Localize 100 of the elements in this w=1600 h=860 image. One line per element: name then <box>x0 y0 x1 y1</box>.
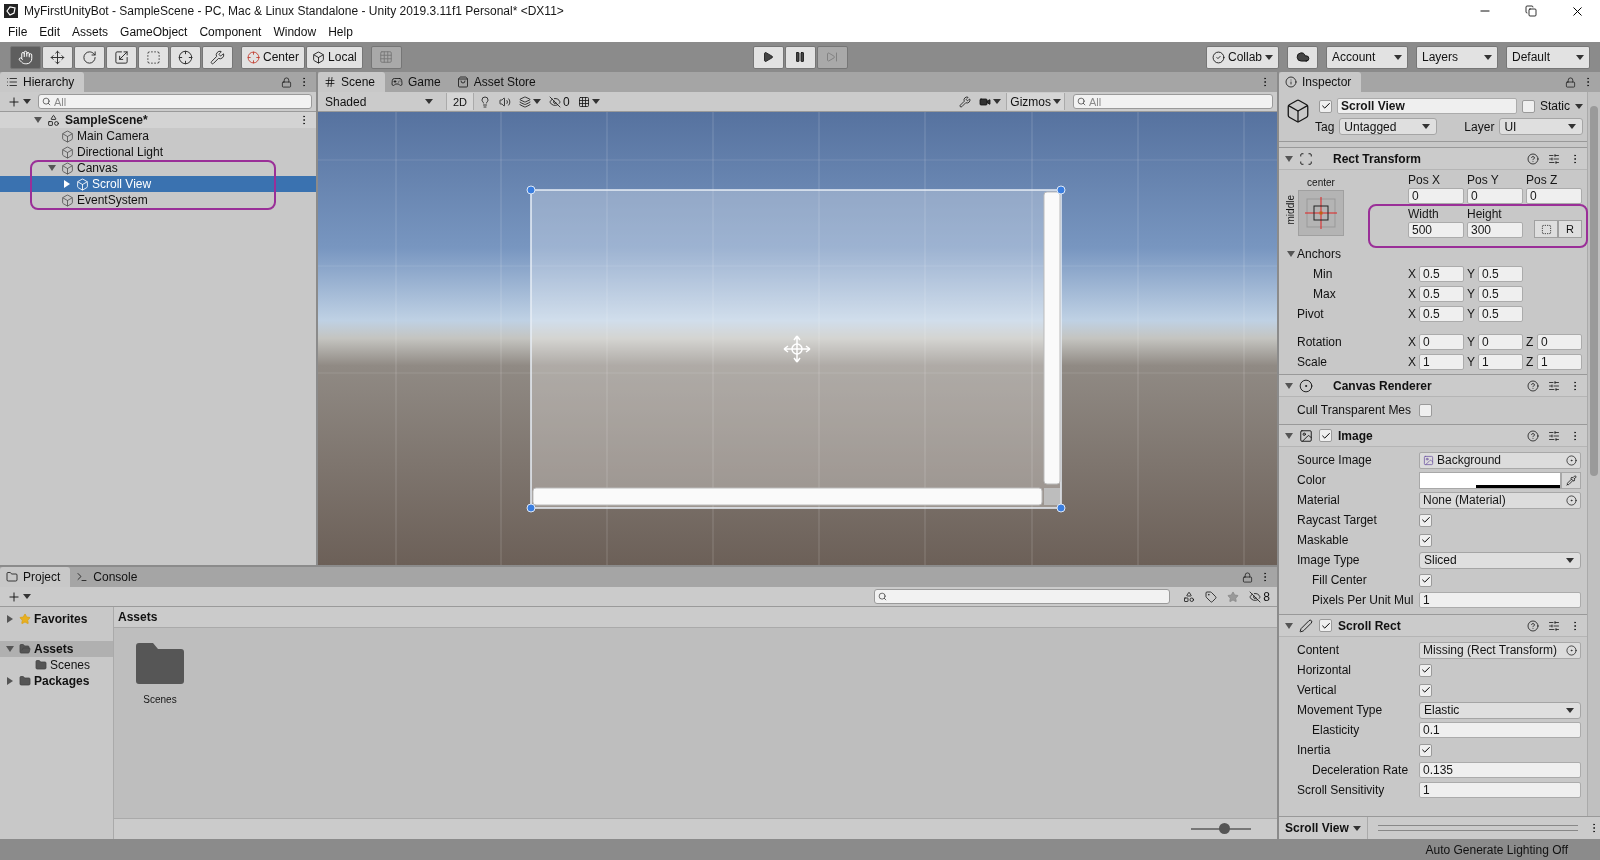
tool-button[interactable] <box>10 45 41 69</box>
value-field[interactable]: 0 <box>1537 334 1582 350</box>
tree-item[interactable]: EventSystem <box>0 192 316 208</box>
panel-tab[interactable]: Game <box>385 72 451 92</box>
scrollbar-thumb[interactable] <box>1590 106 1598 476</box>
tree-item[interactable]: Assets <box>0 641 113 657</box>
search-field[interactable]: All <box>38 94 312 109</box>
eyedropper-button[interactable] <box>1561 471 1581 489</box>
menu-item[interactable]: Component <box>193 22 268 42</box>
tree-item[interactable]: Favorites <box>0 611 113 627</box>
panel-tab[interactable]: Project <box>0 567 71 587</box>
value-field[interactable]: 500 <box>1408 222 1464 238</box>
drag-handle[interactable] <box>1377 825 1578 831</box>
pivot-button[interactable]: Center <box>241 45 306 69</box>
checkbox[interactable] <box>1419 663 1432 677</box>
menu-item[interactable]: Help <box>322 22 359 42</box>
name-field[interactable]: Scroll View <box>1337 98 1517 114</box>
object-field[interactable]: Missing (Rect Transform) <box>1419 641 1581 659</box>
expanded-triangle-icon[interactable] <box>1287 251 1295 257</box>
panel-tab[interactable]: Inspector <box>1279 72 1362 92</box>
raw-edit-button[interactable]: R <box>1558 220 1582 238</box>
gizmos-dropdown[interactable]: Gizmos <box>1006 93 1065 110</box>
panel-tab[interactable]: Hierarchy <box>0 72 85 92</box>
space-button[interactable]: Local <box>306 45 363 69</box>
panel-tab[interactable]: Scene <box>318 72 386 92</box>
value-field[interactable]: 0 <box>1526 188 1582 204</box>
checkbox[interactable] <box>1419 743 1432 757</box>
panel-tab[interactable]: Asset Store <box>450 72 546 92</box>
resize-handle[interactable] <box>526 185 536 195</box>
dropdown[interactable]: Elastic <box>1419 701 1581 719</box>
dropdown-button[interactable]: Layers <box>1416 45 1498 69</box>
value-field[interactable]: 0.5 <box>1478 266 1523 282</box>
tree-item[interactable]: Main Camera <box>0 128 316 144</box>
value-field[interactable]: 300 <box>1467 222 1523 238</box>
tool-button[interactable] <box>170 45 201 69</box>
tree-item[interactable]: Scroll View <box>0 176 316 192</box>
checkbox[interactable] <box>1419 533 1432 547</box>
value-field[interactable]: 0 <box>1467 188 1523 204</box>
value-field[interactable]: 1 <box>1478 354 1523 370</box>
menu-item[interactable]: Edit <box>33 22 67 42</box>
expanded-triangle-icon[interactable] <box>1285 432 1293 439</box>
slider-thumb[interactable] <box>1219 823 1230 834</box>
expanded-triangle-icon[interactable] <box>1285 155 1293 162</box>
tool-button[interactable] <box>106 45 137 69</box>
checkbox[interactable] <box>1319 429 1332 442</box>
object-field[interactable]: None (Material) <box>1419 491 1581 509</box>
value-field[interactable]: 1 <box>1419 782 1581 798</box>
value-field[interactable]: 0.1 <box>1419 722 1581 738</box>
value-field[interactable]: 1 <box>1419 354 1464 370</box>
panel-tab[interactable]: Console <box>70 567 148 587</box>
value-field[interactable]: 0.5 <box>1419 266 1464 282</box>
pause-button[interactable] <box>784 45 816 69</box>
color-field[interactable] <box>1419 471 1561 489</box>
scene-row[interactable]: SampleScene* <box>0 112 316 128</box>
cloud-button[interactable] <box>1287 45 1318 69</box>
menu-item[interactable]: Assets <box>66 22 115 42</box>
menu-item[interactable]: Window <box>267 22 323 42</box>
value-field[interactable]: 0 <box>1408 188 1464 204</box>
tag-dropdown[interactable]: Untagged <box>1339 118 1438 135</box>
tool-button[interactable] <box>42 45 73 69</box>
collab-button[interactable]: Collab <box>1205 45 1279 69</box>
value-field[interactable]: 1 <box>1419 592 1581 608</box>
search-field[interactable] <box>874 589 1171 604</box>
tree-item[interactable]: Scenes <box>0 657 113 673</box>
dropdown-button[interactable]: Default <box>1506 45 1590 69</box>
anchor-preset-button[interactable] <box>1298 190 1344 236</box>
collapsed-triangle-icon[interactable] <box>7 677 13 685</box>
layer-dropdown[interactable]: UI <box>1499 118 1583 135</box>
resize-handle[interactable] <box>526 503 536 513</box>
dropdown-button[interactable]: Account <box>1326 45 1408 69</box>
value-field[interactable]: 0.5 <box>1419 306 1464 322</box>
object-field[interactable]: Background <box>1419 451 1581 469</box>
value-field[interactable]: 1 <box>1537 354 1582 370</box>
checkbox[interactable] <box>1319 619 1332 632</box>
menu-item[interactable]: GameObject <box>114 22 194 42</box>
checkbox[interactable] <box>1522 99 1535 113</box>
tree-item[interactable]: Directional Light <box>0 144 316 160</box>
hidden-packages-button[interactable]: 8 <box>1246 588 1273 605</box>
expanded-triangle-icon[interactable] <box>34 117 42 123</box>
dropdown[interactable]: Sliced <box>1419 551 1581 569</box>
blueprint-button[interactable] <box>1534 220 1558 238</box>
value-field[interactable]: 0.135 <box>1419 762 1581 778</box>
hidden-objects-button[interactable]: 0 <box>546 93 573 110</box>
tool-button[interactable] <box>202 45 233 69</box>
tree-item[interactable]: Packages <box>0 673 113 689</box>
mode-2d-button[interactable]: 2D <box>446 93 475 110</box>
value-field[interactable]: 0.5 <box>1478 306 1523 322</box>
value-field[interactable]: 0.5 <box>1478 286 1523 302</box>
value-field[interactable]: 0.5 <box>1419 286 1464 302</box>
resize-handle[interactable] <box>1056 185 1066 195</box>
resize-handle[interactable] <box>1056 503 1066 513</box>
checkbox[interactable] <box>1419 403 1432 417</box>
folder-icon[interactable] <box>136 642 184 684</box>
shading-dropdown[interactable]: Shaded <box>322 93 436 110</box>
expanded-triangle-icon[interactable] <box>1285 382 1293 389</box>
search-field[interactable]: All <box>1073 94 1273 109</box>
checkbox[interactable] <box>1419 513 1432 527</box>
collapsed-triangle-icon[interactable] <box>7 615 13 623</box>
checkbox[interactable] <box>1419 573 1432 587</box>
value-field[interactable]: 0 <box>1419 334 1464 350</box>
